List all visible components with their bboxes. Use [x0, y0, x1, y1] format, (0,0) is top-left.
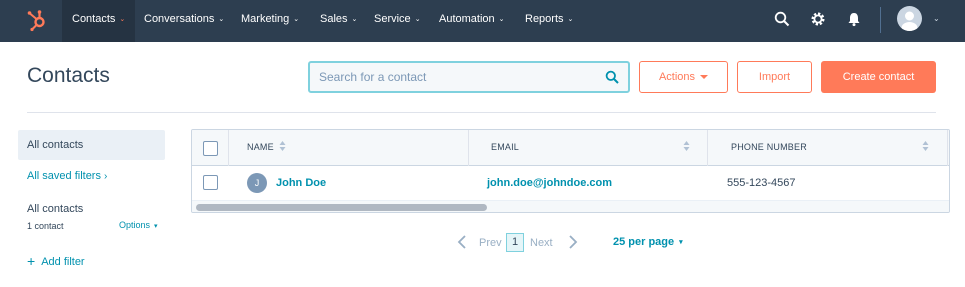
- current-view-name: All contacts: [27, 203, 84, 215]
- search-input[interactable]: [310, 63, 590, 91]
- column-divider: [707, 130, 708, 166]
- nav-reports[interactable]: Reports ⌄: [525, 0, 573, 42]
- caret-down-icon: ▾: [679, 239, 683, 246]
- column-header-email[interactable]: EMAIL: [491, 142, 519, 152]
- prev-page-button[interactable]: Prev: [479, 237, 502, 249]
- table-row[interactable]: J John Doe john.doe@johndoe.com 555-123-…: [192, 166, 949, 200]
- user-silhouette-icon: [901, 11, 918, 31]
- contact-phone: 555-123-4567: [727, 177, 796, 189]
- next-page-button[interactable]: Next: [530, 237, 553, 249]
- chevron-left-icon[interactable]: [457, 234, 467, 250]
- actions-button[interactable]: Actions: [639, 61, 728, 93]
- chevron-down-icon: ⌄: [567, 16, 574, 23]
- horizontal-scrollbar[interactable]: [192, 200, 949, 212]
- chevron-down-icon: ⌄: [414, 16, 421, 23]
- row-checkbox[interactable]: [203, 175, 218, 190]
- all-saved-filters-link[interactable]: All saved filters ›: [27, 170, 107, 182]
- select-all-checkbox[interactable]: [203, 141, 218, 156]
- user-avatar[interactable]: [897, 6, 922, 31]
- contact-email-link[interactable]: john.doe@johndoe.com: [487, 177, 612, 189]
- sort-icon[interactable]: [683, 140, 690, 152]
- hubspot-logo-icon[interactable]: [25, 8, 49, 32]
- contacts-table: NAME EMAIL PHONE NUMBER J John Doe john.…: [191, 129, 950, 213]
- notification-bell-icon[interactable]: [846, 11, 862, 27]
- column-divider: [947, 130, 948, 166]
- chevron-down-icon: ⌄: [351, 16, 358, 23]
- table-header: NAME EMAIL PHONE NUMBER: [192, 130, 949, 166]
- caret-down-icon: [700, 75, 709, 79]
- sort-icon[interactable]: [279, 140, 286, 152]
- import-button[interactable]: Import: [737, 61, 812, 93]
- nav-divider: [880, 7, 881, 33]
- column-divider: [468, 130, 469, 166]
- gear-icon[interactable]: [810, 11, 826, 27]
- contact-count: 1 contact: [27, 221, 64, 231]
- nav-contacts[interactable]: Contacts ⌄: [62, 0, 136, 42]
- create-contact-button[interactable]: Create contact: [821, 61, 936, 93]
- page-title: Contacts: [27, 64, 110, 87]
- add-filter-button[interactable]: + Add filter: [27, 252, 85, 269]
- search-icon[interactable]: [605, 70, 619, 84]
- chevron-down-icon: ⌄: [293, 16, 300, 23]
- column-header-name[interactable]: NAME: [247, 142, 274, 152]
- top-navigation-bar: Contacts ⌄ Conversations ⌄ Marketing ⌄ Sale…: [0, 0, 965, 42]
- contact-name-link[interactable]: John Doe: [276, 177, 326, 189]
- nav-automation[interactable]: Automation ⌄: [439, 0, 505, 42]
- column-divider: [228, 130, 229, 166]
- caret-down-icon: ▾: [154, 223, 158, 230]
- scrollbar-thumb[interactable]: [196, 204, 487, 211]
- header-divider: [27, 112, 936, 113]
- chevron-right-icon: ›: [103, 171, 108, 182]
- contact-avatar: J: [247, 173, 267, 193]
- chevron-down-icon[interactable]: ⌄: [933, 14, 940, 23]
- chevron-down-icon: ⌄: [119, 16, 126, 23]
- sidebar-item-all-contacts[interactable]: All contacts: [18, 130, 165, 160]
- options-dropdown[interactable]: Options ▾: [119, 220, 158, 230]
- nav-service[interactable]: Service ⌄: [374, 0, 421, 42]
- current-page[interactable]: 1: [506, 233, 524, 252]
- nav-marketing[interactable]: Marketing ⌄: [241, 0, 299, 42]
- nav-conversations[interactable]: Conversations ⌄: [144, 0, 224, 42]
- sort-icon[interactable]: [922, 140, 929, 152]
- column-header-phone[interactable]: PHONE NUMBER: [731, 142, 807, 152]
- chevron-down-icon: ⌄: [218, 16, 225, 23]
- nav-sales[interactable]: Sales ⌄: [320, 0, 357, 42]
- chevron-right-icon[interactable]: [568, 234, 578, 250]
- per-page-dropdown[interactable]: 25 per page ▾: [613, 236, 683, 248]
- plus-icon: +: [27, 253, 36, 269]
- search-box: [308, 61, 630, 93]
- chevron-down-icon: ⌄: [498, 16, 505, 23]
- search-icon[interactable]: [774, 11, 790, 27]
